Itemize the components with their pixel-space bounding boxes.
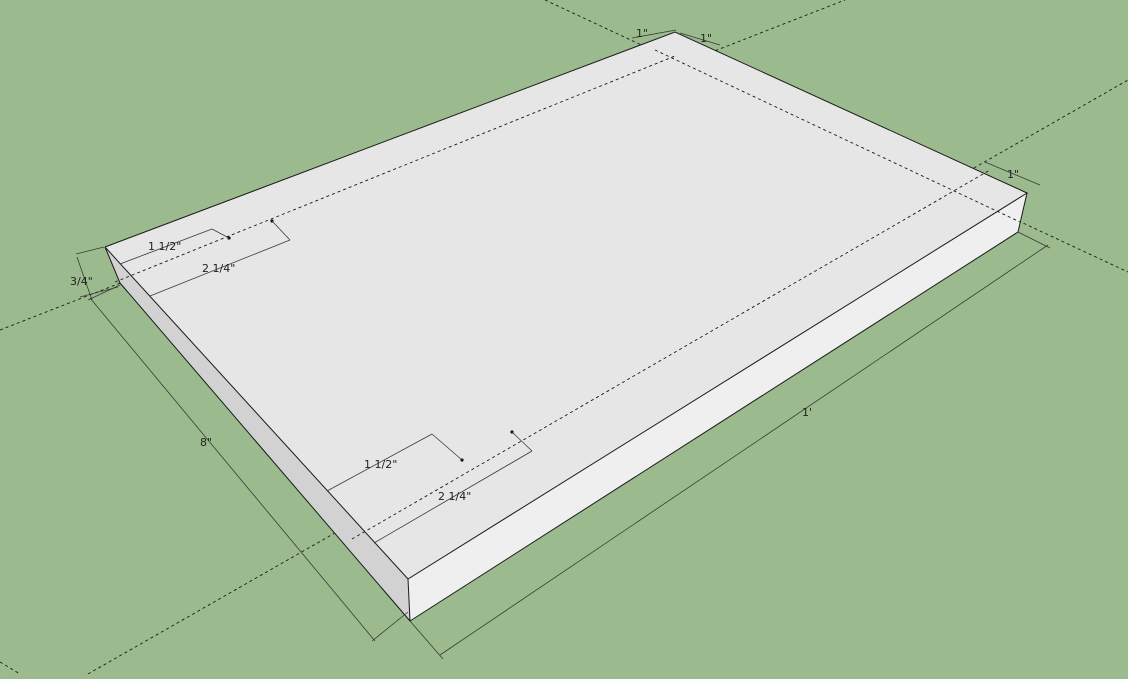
- dim-hole-far-a-label: 2 1/4": [202, 262, 235, 275]
- dim-thickness-label: 3/4": [70, 275, 93, 288]
- model-viewport[interactable]: 3/4" 8" 1' 1" 1" 1" 1 1/2" 2 1/4" 1 1/2"…: [0, 0, 1128, 675]
- dim-back-left-label: 1": [636, 27, 648, 40]
- dim-hole-near-b-label: 1 1/2": [364, 458, 397, 471]
- dim-right-edge-label: 1": [1007, 168, 1019, 181]
- dim-back-right-label: 1": [700, 32, 712, 45]
- dim-length-label: 1': [802, 406, 812, 419]
- dim-hole-far-b-label: 2 1/4": [438, 490, 471, 503]
- dim-width-label: 8": [200, 436, 212, 449]
- dim-hole-near-a-label: 1 1/2": [148, 240, 181, 253]
- board-drawing: 3/4" 8" 1' 1" 1" 1" 1 1/2" 2 1/4" 1 1/2"…: [0, 0, 1128, 675]
